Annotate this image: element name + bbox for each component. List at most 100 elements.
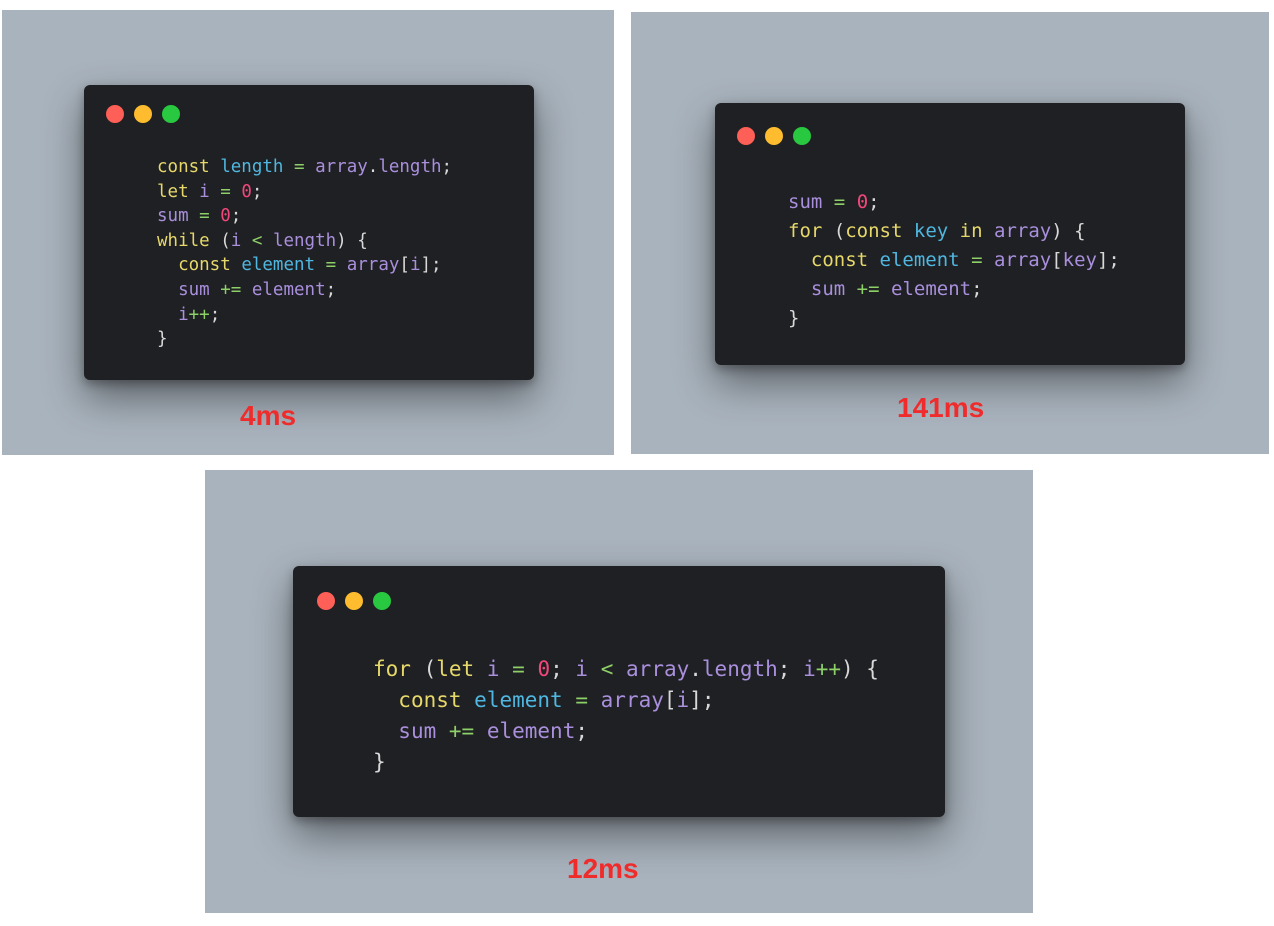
code-line: while (i < length) { xyxy=(157,229,452,254)
code-window: sum = 0; for (const key in array) { const… xyxy=(715,103,1185,365)
code-token: ]; xyxy=(689,688,715,712)
code-block: sum = 0; for (const key in array) { const… xyxy=(788,188,1120,333)
code-line: sum += element; xyxy=(157,278,452,303)
code-token: array xyxy=(993,249,1052,271)
code-token: element xyxy=(241,255,316,276)
code-token: } xyxy=(788,307,800,329)
code-token: ; xyxy=(971,278,983,300)
code-token: element xyxy=(891,278,972,300)
code-token: = xyxy=(971,249,983,271)
window-controls xyxy=(737,127,811,145)
code-token: i xyxy=(575,657,589,681)
code-token: . xyxy=(367,157,379,177)
code-token: 0 xyxy=(241,181,252,202)
code-token: i xyxy=(178,304,189,325)
code-line: for (const key in array) { xyxy=(788,217,1120,246)
code-token: 0 xyxy=(537,657,551,681)
code-token: += xyxy=(856,278,880,300)
code-token: element xyxy=(879,249,960,271)
code-line: i++; xyxy=(157,303,452,328)
code-token: array xyxy=(626,657,690,681)
code-token: ; xyxy=(441,157,453,177)
code-token: ]; xyxy=(420,255,442,276)
code-token: = xyxy=(294,157,305,177)
code-token: const xyxy=(845,220,903,242)
code-token: < xyxy=(251,230,263,251)
code-token: ( xyxy=(410,657,437,681)
code-token: for xyxy=(373,657,411,681)
code-token: ; xyxy=(209,304,221,325)
benchmark-panel-for-loop: for (let i = 0; i < array.length; i++) {… xyxy=(205,470,1033,913)
code-token: += xyxy=(220,279,242,300)
code-token: sum xyxy=(398,719,437,743)
code-token: [ xyxy=(399,255,410,276)
code-token: let xyxy=(436,657,475,681)
code-token: ) { xyxy=(841,657,879,681)
code-line: const length = array.length; xyxy=(157,155,452,180)
window-controls xyxy=(317,592,391,610)
code-token: ) { xyxy=(1051,220,1086,242)
code-token: 0 xyxy=(856,191,869,213)
code-token: = xyxy=(512,657,525,681)
code-line: sum = 0; xyxy=(157,204,452,229)
close-dot-icon xyxy=(317,592,335,610)
code-token: += xyxy=(448,719,475,743)
code-token: ++ xyxy=(815,657,842,681)
code-token: i xyxy=(486,657,500,681)
code-token: in xyxy=(959,220,983,242)
code-token: ; xyxy=(575,719,589,743)
close-dot-icon xyxy=(106,105,124,123)
code-token: for xyxy=(788,220,823,242)
code-token: const xyxy=(178,255,231,276)
code-token: i xyxy=(409,255,421,276)
code-token: = xyxy=(325,255,337,276)
code-token: 0 xyxy=(220,206,231,227)
code-line: const element = array[i]; xyxy=(157,253,452,278)
code-token: ; xyxy=(868,191,880,213)
code-token: . xyxy=(689,657,702,681)
code-token: i xyxy=(199,181,210,202)
timing-label: 12ms xyxy=(567,853,639,884)
zoom-dot-icon xyxy=(793,127,811,145)
code-token: i xyxy=(676,688,690,712)
code-token: sum xyxy=(810,278,846,300)
code-token: = xyxy=(575,688,588,712)
code-token: ; xyxy=(230,206,242,227)
code-token: ; xyxy=(550,657,576,681)
code-token: const xyxy=(157,157,210,177)
code-token: i xyxy=(230,230,242,251)
timing-label: 4ms xyxy=(240,400,297,431)
benchmark-panel-for-in-loop: sum = 0; for (const key in array) { const… xyxy=(631,12,1269,454)
code-token: sum xyxy=(788,191,823,213)
code-token: element xyxy=(486,719,576,743)
code-block: for (let i = 0; i < array.length; i++) {… xyxy=(373,654,879,778)
close-dot-icon xyxy=(737,127,755,145)
code-window: const length = array.length; let i = 0; su… xyxy=(84,85,534,380)
code-token: const xyxy=(810,249,869,271)
code-window: for (let i = 0; i < array.length; i++) {… xyxy=(293,566,945,817)
